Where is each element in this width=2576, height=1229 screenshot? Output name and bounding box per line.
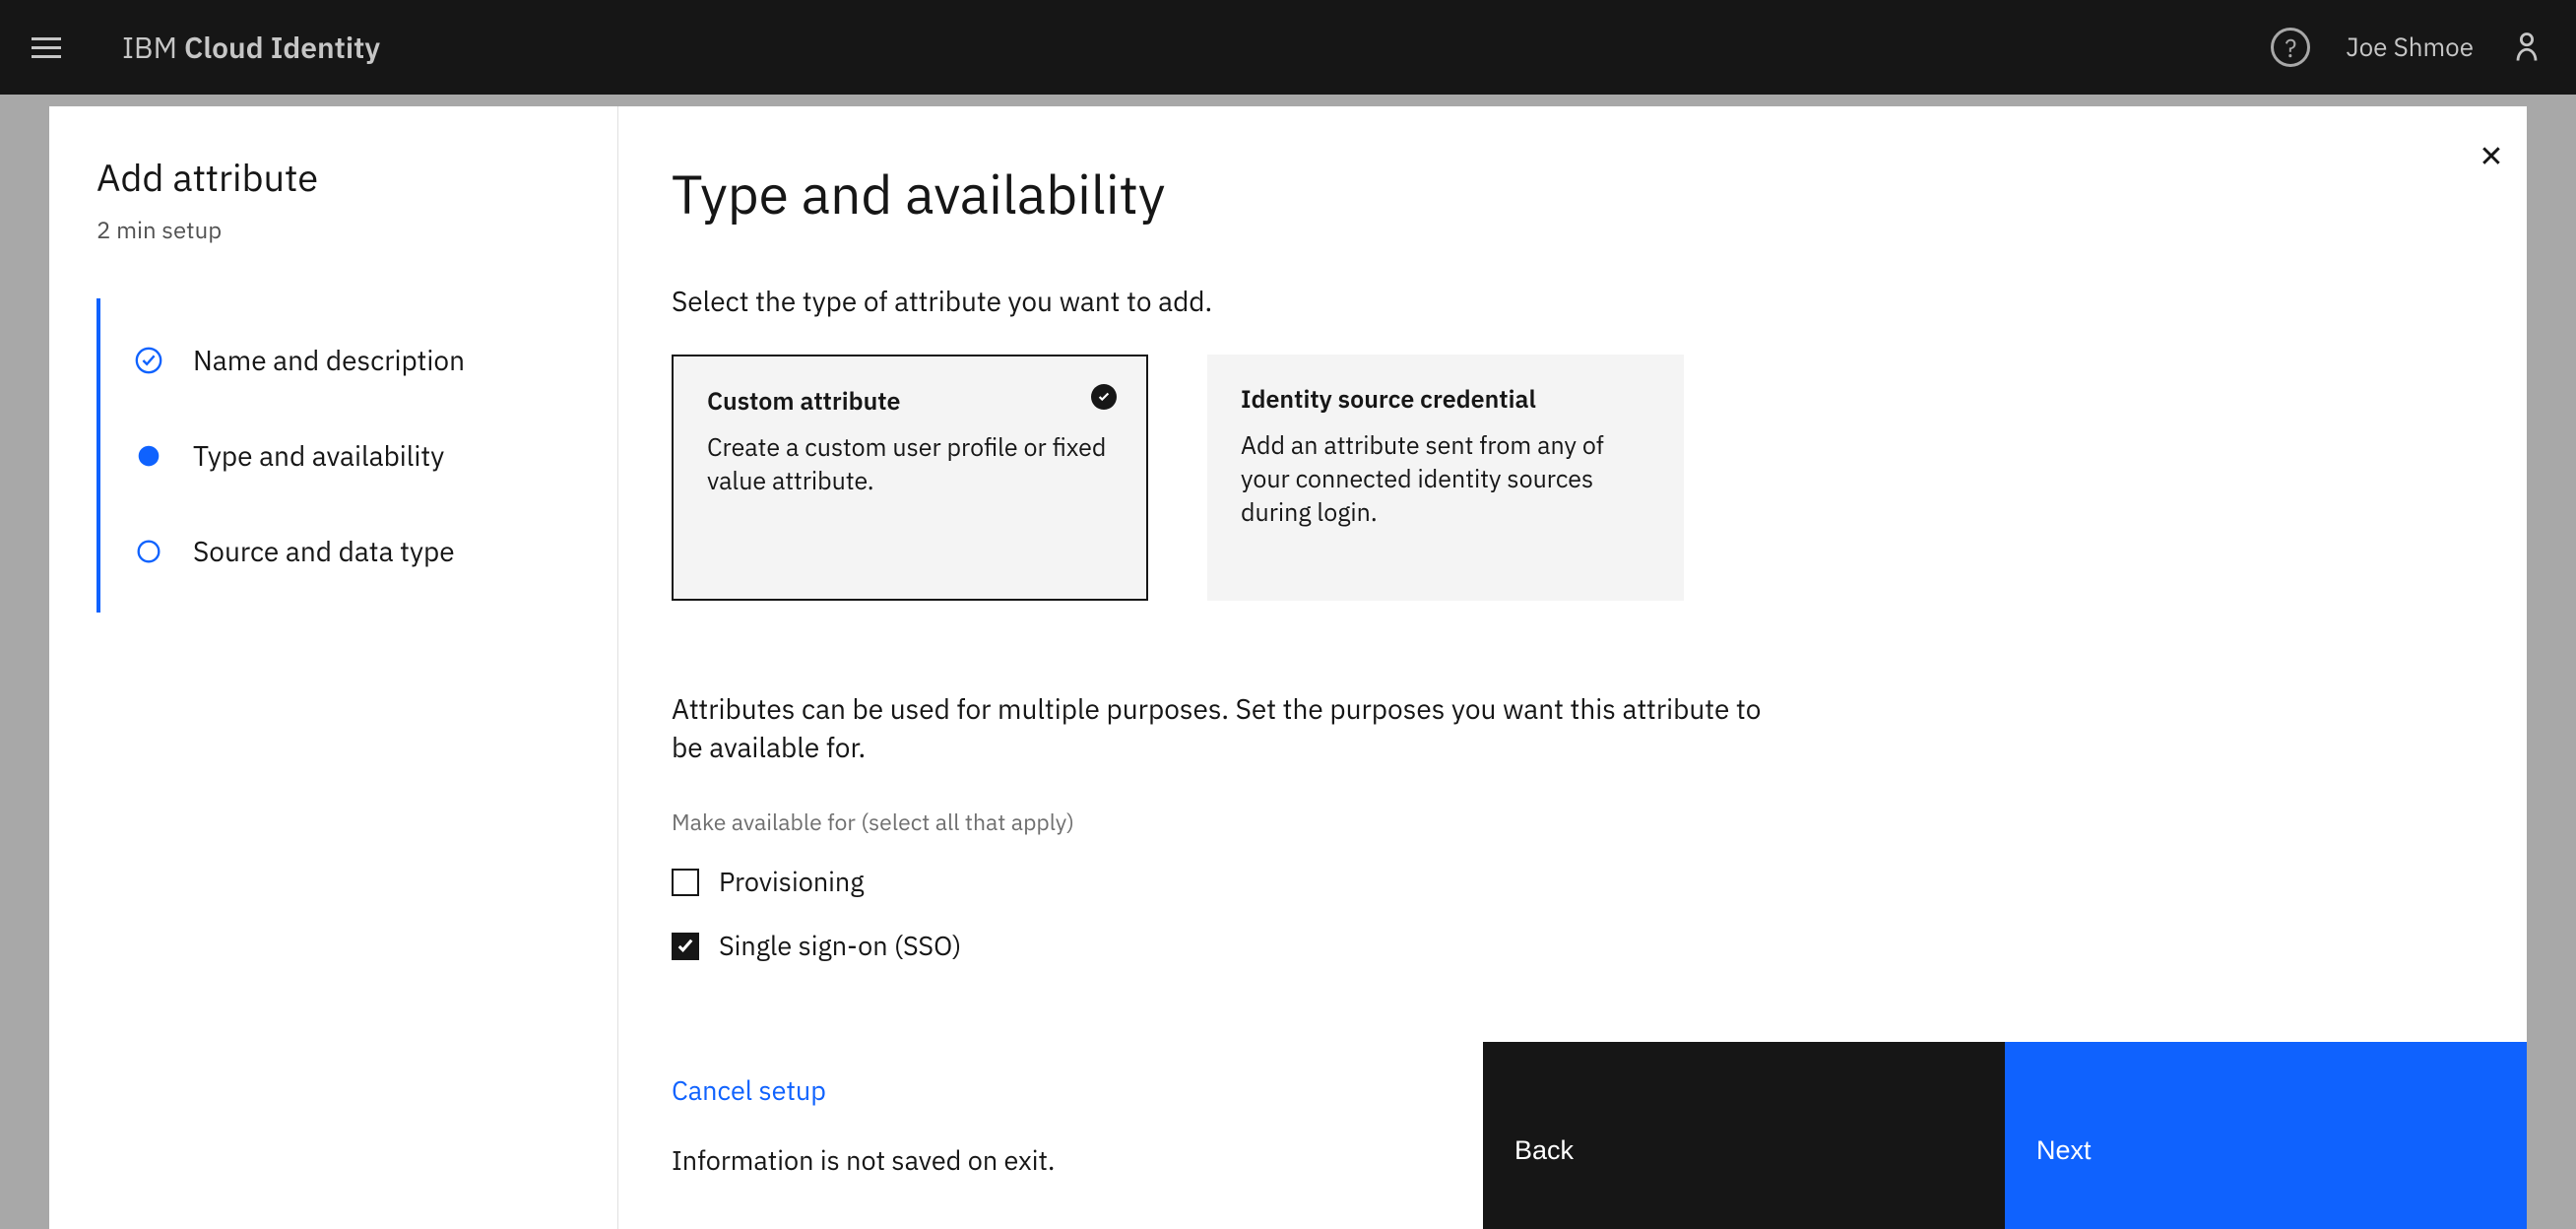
checkbox-provisioning[interactable]: Provisioning [672, 865, 2479, 899]
step-source-and-data-type[interactable]: Source and data type [134, 503, 617, 599]
instruction-select-type: Select the type of attribute you want to… [672, 283, 2479, 319]
attribute-type-tiles: Custom attribute Create a custom user pr… [672, 355, 2479, 601]
next-button[interactable]: Next [2005, 1042, 2527, 1229]
sidebar-subtitle: 2 min setup [97, 214, 617, 245]
step-label: Source and data type [193, 533, 455, 569]
step-type-and-availability[interactable]: Type and availability [134, 408, 617, 503]
close-icon[interactable]: ✕ [2478, 142, 2505, 169]
help-icon[interactable]: ? [2271, 28, 2310, 67]
cancel-setup-link[interactable]: Cancel setup [672, 1073, 1483, 1108]
wizard-sidebar: Add attribute 2 min setup Name and descr… [49, 106, 618, 1229]
checkbox-label: Single sign-on (SSO) [719, 929, 961, 963]
save-note: Information is not saved on exit. [672, 1143, 1483, 1178]
instruction-set-purposes: Attributes can be used for multiple purp… [672, 689, 1774, 766]
page-title: Type and availability [672, 160, 2479, 229]
current-step-icon [134, 441, 163, 471]
tile-custom-attribute[interactable]: Custom attribute Create a custom user pr… [672, 355, 1148, 601]
checkbox-icon [672, 869, 699, 896]
helper-text: Make available for (select all that appl… [672, 808, 2479, 837]
tile-title: Custom attribute [707, 384, 1113, 417]
wizard-footer: Cancel setup Information is not saved on… [618, 1042, 2527, 1229]
checkmark-circle-icon [134, 346, 163, 375]
back-button[interactable]: Back [1483, 1042, 2005, 1229]
tile-identity-source-credential[interactable]: Identity source credential Add an attrib… [1207, 355, 1684, 601]
user-avatar-icon[interactable] [2509, 30, 2544, 65]
sidebar-title: Add attribute [97, 154, 617, 202]
wizard-steps: Name and description Type and availabili… [97, 298, 617, 613]
step-label: Name and description [193, 342, 465, 378]
tile-title: Identity source credential [1241, 382, 1650, 415]
checkbox-icon [672, 933, 699, 960]
step-name-and-description[interactable]: Name and description [134, 312, 617, 408]
checkbox-sso[interactable]: Single sign-on (SSO) [672, 929, 2479, 963]
incomplete-step-icon [134, 537, 163, 566]
global-header: IBM Cloud Identity ? Joe Shmoe [0, 0, 2576, 95]
checkbox-label: Provisioning [719, 865, 865, 899]
brand-title: IBM Cloud Identity [122, 29, 380, 67]
tile-description: Create a custom user profile or fixed va… [707, 430, 1113, 497]
tile-description: Add an attribute sent from any of your c… [1241, 428, 1650, 528]
checkmark-filled-icon [1091, 384, 1117, 410]
user-name-label: Joe Shmoe [2346, 31, 2474, 64]
add-attribute-modal: Add attribute 2 min setup Name and descr… [49, 106, 2527, 1229]
hamburger-menu-icon[interactable] [32, 30, 67, 65]
wizard-main: ✕ Type and availability Select the type … [618, 106, 2527, 1229]
step-label: Type and availability [193, 437, 444, 474]
availability-checkbox-group: Provisioning Single sign-on (SSO) [672, 865, 2479, 963]
